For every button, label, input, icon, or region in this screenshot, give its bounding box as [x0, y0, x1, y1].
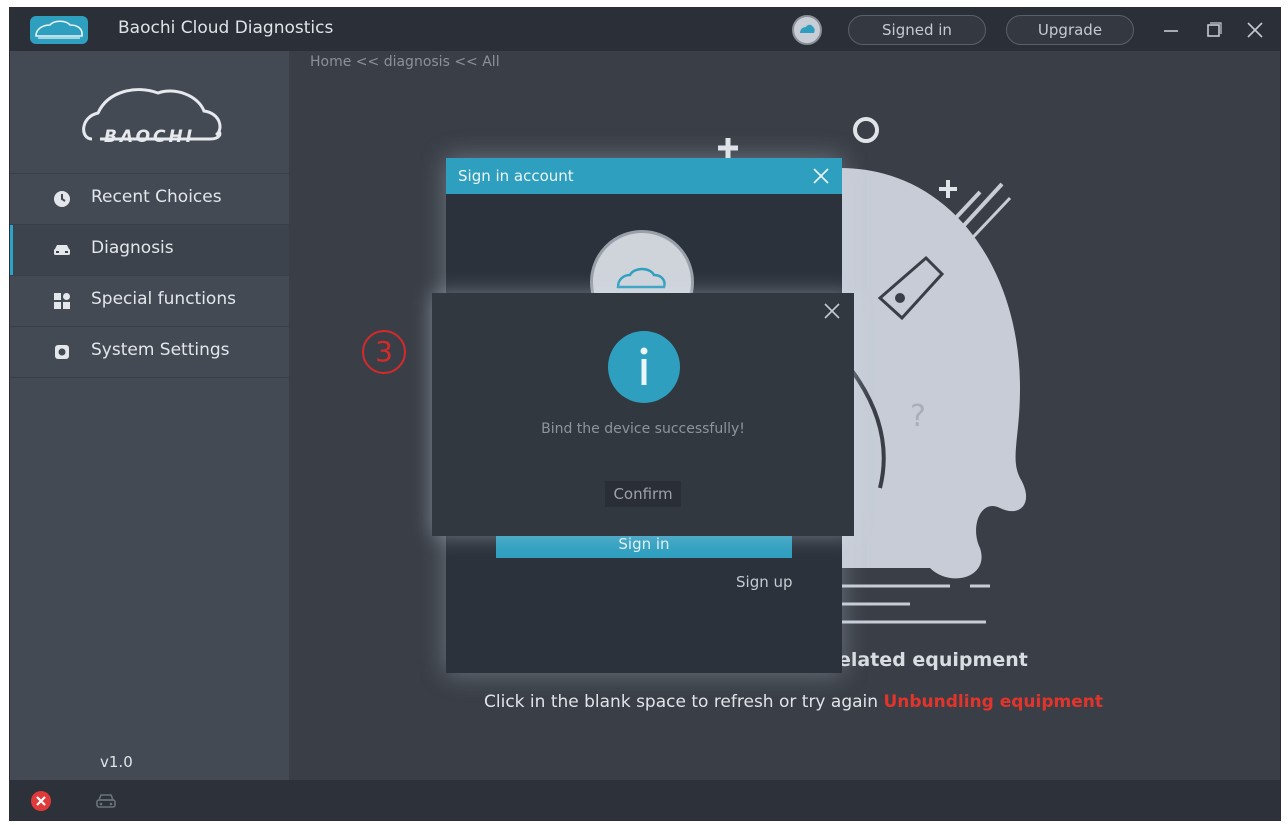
sidebar-item-recent-choices[interactable]: Recent Choices [10, 174, 289, 224]
grid-icon [54, 293, 70, 309]
minimize-icon[interactable] [1156, 15, 1186, 45]
nav-divider [10, 377, 289, 378]
sidebar-item-label: Special functions [91, 289, 236, 309]
vehicle-connection-icon[interactable] [94, 789, 118, 813]
breadcrumb: Home << diagnosis << All [310, 54, 500, 70]
baochi-logo-icon [30, 16, 88, 44]
svg-text:?: ? [910, 399, 926, 434]
brand-logo: BAOCHI [70, 77, 230, 157]
clock-icon [54, 191, 70, 207]
sidebar-item-label: System Settings [91, 340, 230, 360]
sidebar-item-diagnosis[interactable]: Diagnosis [10, 225, 289, 275]
close-window-icon[interactable] [1240, 15, 1270, 45]
unbundling-equipment-link[interactable]: Unbundling equipment [883, 692, 1103, 712]
cloud-car-icon [800, 24, 815, 33]
status-bar [10, 780, 1280, 820]
gear-icon [55, 345, 69, 359]
user-avatar[interactable] [792, 15, 822, 45]
step-annotation-badge: 3 [362, 330, 406, 374]
sidebar-item-system-settings[interactable]: System Settings [10, 327, 289, 377]
app-window: Baochi Cloud Diagnostics Signed in Upgra… [10, 8, 1280, 820]
info-dialog: Bind the device successfully! Confirm [432, 293, 854, 536]
app-title: Baochi Cloud Diagnostics [118, 18, 334, 38]
title-bar: Baochi Cloud Diagnostics Signed in Upgra… [10, 8, 1280, 51]
cloud-car-icon [616, 267, 666, 289]
empty-state-title: elated equipment [838, 649, 1028, 671]
sidebar: BAOCHI Recent Choices Diagnosis Special … [10, 51, 289, 780]
sidebar-item-label: Diagnosis [91, 238, 174, 258]
signup-link[interactable]: Sign up [736, 573, 793, 591]
car-icon [54, 245, 70, 255]
signin-dialog-header: Sign in account [446, 158, 842, 194]
close-icon[interactable] [812, 167, 830, 185]
brand-text: BAOCHI [104, 127, 196, 147]
close-icon[interactable] [822, 301, 842, 321]
refresh-hint-text[interactable]: Click in the blank space to refresh or t… [484, 692, 878, 712]
error-icon[interactable] [30, 790, 52, 812]
upgrade-button[interactable]: Upgrade [1006, 15, 1134, 45]
info-message: Bind the device successfully! [541, 421, 745, 437]
sidebar-item-special-functions[interactable]: Special functions [10, 276, 289, 326]
info-icon [608, 331, 680, 403]
signed-in-button[interactable]: Signed in [848, 15, 986, 45]
empty-state-hint: Click in the blank space to refresh or t… [484, 692, 1103, 712]
sidebar-item-label: Recent Choices [91, 187, 222, 207]
confirm-button[interactable]: Confirm [605, 481, 681, 507]
signin-dialog-title: Sign in account [458, 167, 574, 185]
version-label: v1.0 [100, 753, 133, 771]
maximize-icon[interactable] [1198, 15, 1228, 45]
